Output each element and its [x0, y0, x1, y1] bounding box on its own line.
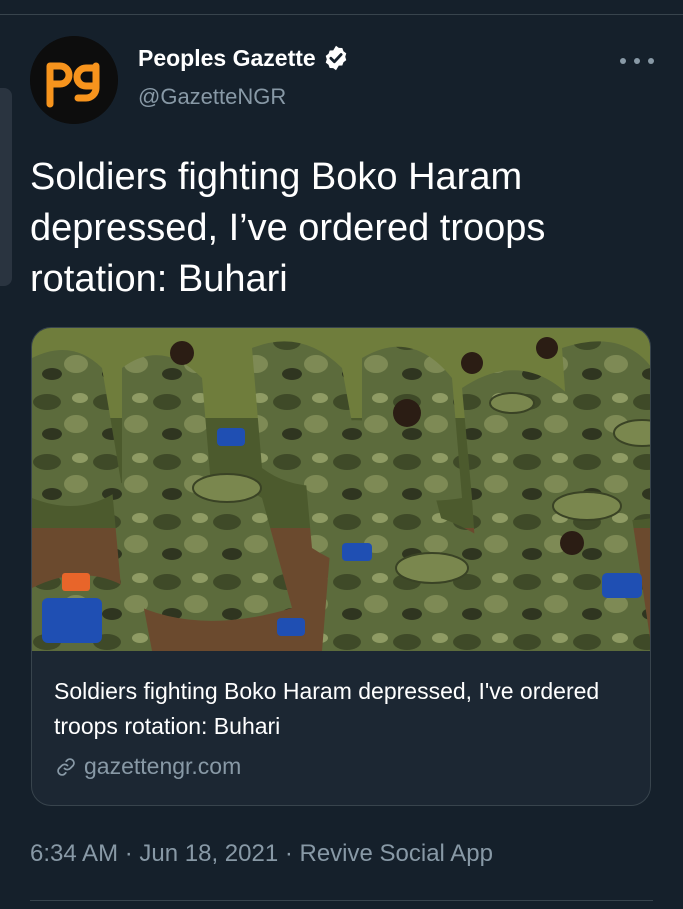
display-name[interactable]: Peoples Gazette [138, 45, 316, 72]
side-edge-tab [0, 88, 12, 286]
dot [634, 58, 640, 64]
card-link[interactable]: gazettengr.com [54, 753, 241, 780]
verified-badge-icon [325, 45, 346, 71]
soldiers-photo[interactable] [32, 328, 651, 651]
card-domain[interactable]: gazettengr.com [84, 753, 241, 780]
more-options-icon[interactable] [620, 56, 654, 66]
avatar[interactable] [30, 36, 118, 124]
top-divider [0, 14, 683, 15]
link-icon [57, 757, 75, 776]
card-title[interactable]: Soldiers fighting Boko Haram depressed, … [54, 674, 634, 744]
author-name-row[interactable]: Peoples Gazette [138, 44, 350, 72]
author-handle[interactable]: @GazetteNGR [138, 84, 286, 110]
dot [648, 58, 654, 64]
link-preview-card[interactable]: Soldiers fighting Boko Haram depressed, … [31, 327, 651, 806]
tweet-text: Soldiers fighting Boko Haram depressed, … [30, 156, 546, 300]
dot [620, 58, 626, 64]
bottom-divider [30, 900, 653, 901]
tweet-metadata[interactable]: 6:34 AM · Jun 18, 2021 · Revive Social A… [30, 840, 493, 868]
peoples-gazette-logo-icon [30, 36, 118, 124]
